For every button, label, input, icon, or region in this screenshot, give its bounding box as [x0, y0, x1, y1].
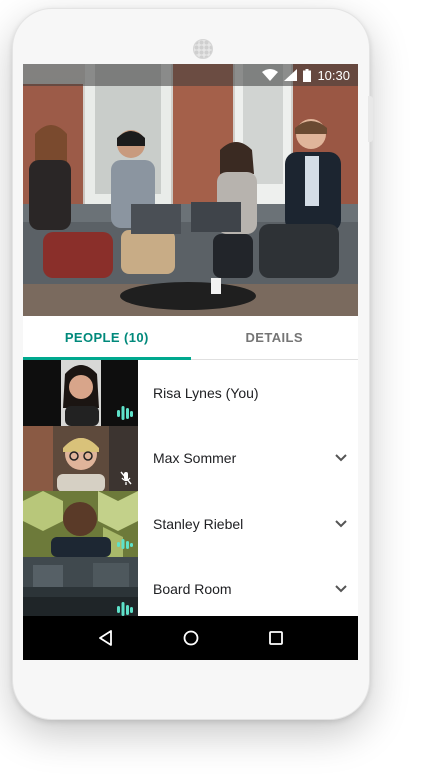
meeting-room-image — [23, 64, 358, 316]
chevron-down-icon — [335, 454, 347, 462]
list-item[interactable]: Stanley Riebel — [23, 491, 358, 557]
participant-menu-button[interactable] — [324, 585, 358, 593]
speaker-grille — [193, 39, 213, 59]
list-item[interactable]: Risa Lynes (You) — [23, 360, 358, 426]
chevron-down-icon — [335, 520, 347, 528]
participant-name: Stanley Riebel — [153, 515, 244, 532]
power-button — [368, 96, 373, 142]
main-video[interactable] — [23, 64, 358, 316]
signal-icon — [284, 69, 298, 81]
participant-video — [23, 425, 138, 491]
sound-bars-icon — [117, 405, 133, 420]
participant-name: Max Sommer — [153, 450, 237, 467]
chevron-down-icon — [335, 585, 347, 593]
participant-video — [23, 556, 138, 616]
navigation-bar — [23, 616, 358, 660]
mic-muted-icon — [120, 471, 132, 485]
home-button[interactable] — [171, 618, 211, 658]
recents-button[interactable] — [256, 618, 296, 658]
people-list: Risa Lynes (You) Max Sommer Stanley Rieb… — [23, 360, 358, 616]
participant-name: Risa Lynes (You) — [153, 384, 259, 401]
participant-menu-button[interactable] — [324, 454, 358, 462]
status-bar: 10:30 — [23, 64, 358, 86]
recents-icon — [268, 631, 283, 645]
participant-video — [23, 360, 138, 426]
list-item[interactable]: Board Room — [23, 556, 358, 616]
participant-name: Board Room — [153, 581, 232, 598]
tab-people[interactable]: PEOPLE (10) — [23, 316, 191, 360]
battery-icon — [303, 68, 312, 82]
sound-bars-icon — [117, 602, 133, 616]
back-icon — [98, 630, 112, 646]
tab-bar: PEOPLE (10) DETAILS — [23, 316, 358, 360]
wifi-icon — [262, 69, 279, 81]
screen: 10:30 PEOPLE (10) DETAILS Risa Lynes (Yo… — [23, 64, 358, 660]
participant-video — [23, 491, 138, 557]
home-icon — [183, 630, 198, 646]
sound-bars-icon — [117, 538, 133, 549]
back-button[interactable] — [86, 618, 126, 658]
status-time: 10:30 — [317, 67, 350, 83]
participant-menu-button[interactable] — [324, 520, 358, 528]
list-item[interactable]: Max Sommer — [23, 425, 358, 491]
tab-details[interactable]: DETAILS — [191, 316, 359, 359]
